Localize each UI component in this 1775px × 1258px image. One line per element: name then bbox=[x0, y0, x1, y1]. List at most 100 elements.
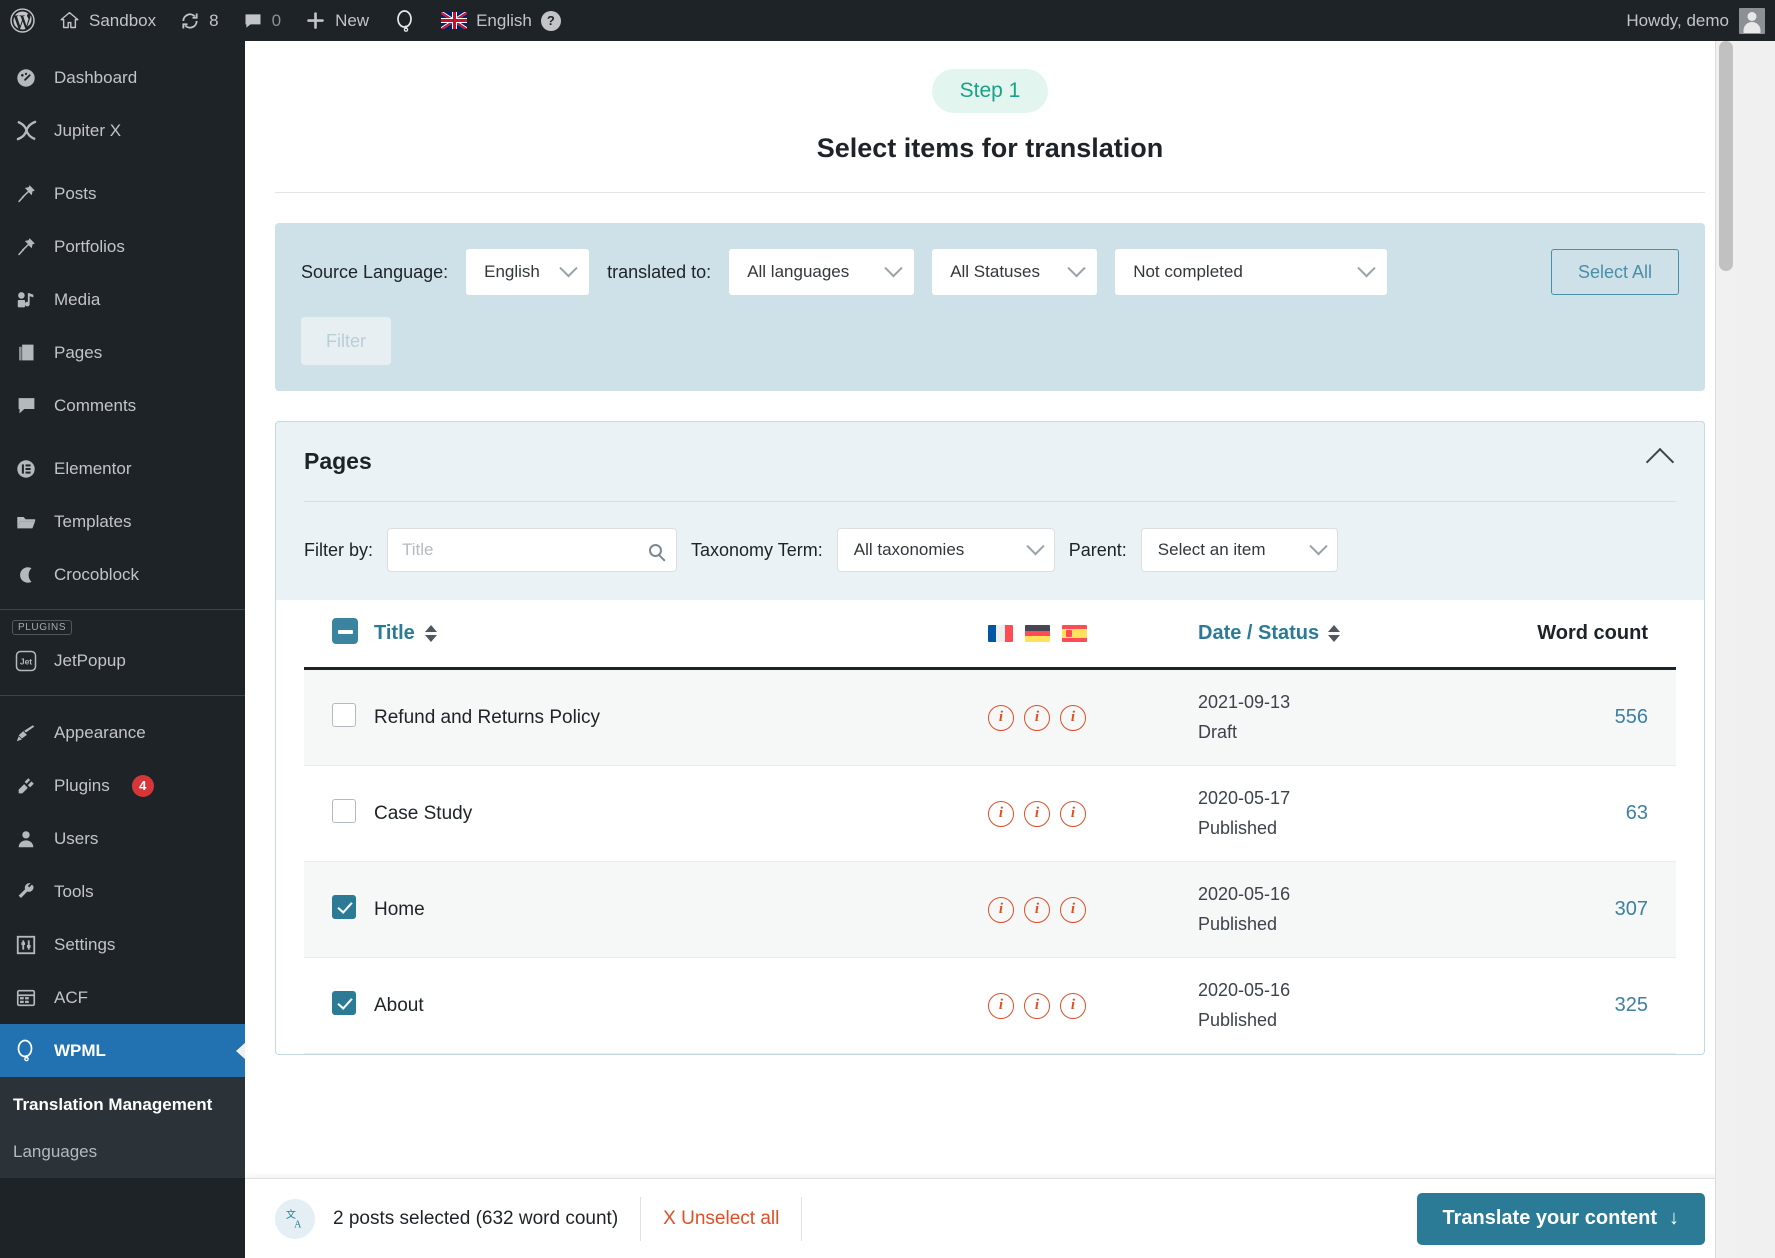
wpml-adminbar-button[interactable] bbox=[381, 0, 429, 41]
title-column-header[interactable]: Title bbox=[374, 622, 988, 645]
row-checkbox[interactable] bbox=[332, 895, 356, 919]
sidebar-item-tools[interactable]: Tools bbox=[0, 865, 245, 918]
sidebar-item-media[interactable]: Media bbox=[0, 273, 245, 326]
row-checkbox[interactable] bbox=[332, 991, 356, 1015]
pages-card-header[interactable]: Pages bbox=[276, 422, 1704, 501]
new-content-button[interactable]: New bbox=[293, 0, 381, 41]
row-translation-status-cell: i i i bbox=[988, 705, 1198, 731]
sidebar-item-label: Jupiter X bbox=[54, 121, 121, 141]
sidebar-item-label: Comments bbox=[54, 396, 136, 416]
filter-button[interactable]: Filter bbox=[301, 317, 391, 365]
translation-status-info-icon[interactable]: i bbox=[1060, 897, 1086, 923]
sidebar-item-comments[interactable]: Comments bbox=[0, 379, 245, 432]
title-column-label: Title bbox=[374, 622, 415, 645]
submenu-item-languages[interactable]: Languages bbox=[0, 1136, 245, 1169]
sidebar-item-posts[interactable]: Posts bbox=[0, 167, 245, 220]
page-scrollbar[interactable] bbox=[1715, 41, 1735, 1258]
account-area[interactable]: Howdy, demo bbox=[1626, 8, 1775, 34]
pages-icon bbox=[12, 340, 40, 366]
german-flag-icon bbox=[1025, 625, 1050, 642]
translation-status-info-icon[interactable]: i bbox=[988, 897, 1014, 923]
title-search-box[interactable] bbox=[387, 528, 677, 572]
pages-heading: Pages bbox=[304, 448, 372, 475]
date-status-column-header[interactable]: Date / Status bbox=[1198, 622, 1468, 645]
row-checkbox[interactable] bbox=[332, 703, 356, 727]
row-word-count: 63 bbox=[1626, 802, 1648, 824]
sidebar-item-crocoblock[interactable]: Crocoblock bbox=[0, 548, 245, 601]
row-checkbox[interactable] bbox=[332, 799, 356, 823]
status-select[interactable]: All Statuses bbox=[932, 249, 1097, 295]
table-row[interactable]: Case Study i i i 2020-05-17 Published 63 bbox=[304, 766, 1676, 862]
sidebar-item-jupiter-x[interactable]: Jupiter X bbox=[0, 104, 245, 157]
translation-status-info-icon[interactable]: i bbox=[1024, 705, 1050, 731]
translation-status-info-icon[interactable]: i bbox=[988, 993, 1014, 1019]
step-header: Step 1 Select items for translation bbox=[245, 41, 1735, 164]
sidebar-item-acf[interactable]: ACF bbox=[0, 971, 245, 1024]
scrollbar-thumb[interactable] bbox=[1719, 41, 1733, 271]
table-row[interactable]: Home i i i 2020-05-16 Published 307 bbox=[304, 862, 1676, 958]
unselect-all-button[interactable]: X Unselect all bbox=[663, 1208, 779, 1230]
site-name-button[interactable]: Sandbox bbox=[47, 0, 168, 41]
translation-status-info-icon[interactable]: i bbox=[1060, 705, 1086, 731]
sidebar-item-portfolios[interactable]: Portfolios bbox=[0, 220, 245, 273]
row-status: Published bbox=[1198, 814, 1468, 844]
source-language-label: Source Language: bbox=[301, 262, 448, 283]
submenu-item-translation-management[interactable]: Translation Management bbox=[0, 1089, 245, 1122]
sort-icon[interactable] bbox=[1328, 625, 1340, 642]
select-all-cell bbox=[332, 618, 374, 649]
table-row[interactable]: About i i i 2020-05-16 Published 325 bbox=[304, 958, 1676, 1054]
sidebar-item-pages[interactable]: Pages bbox=[0, 326, 245, 379]
wrench-icon bbox=[12, 879, 40, 905]
sidebar-item-plugins[interactable]: Plugins 4 bbox=[0, 759, 245, 812]
sidebar-item-label: JetPopup bbox=[54, 651, 126, 671]
search-input[interactable] bbox=[402, 540, 649, 560]
row-date: 2021-09-13 bbox=[1198, 688, 1468, 718]
source-language-select[interactable]: English bbox=[466, 249, 589, 295]
sidebar-item-templates[interactable]: Templates bbox=[0, 495, 245, 548]
translation-status-info-icon[interactable]: i bbox=[988, 705, 1014, 731]
sidebar-item-jetpopup[interactable]: Jet JetPopup bbox=[0, 637, 245, 685]
table-row[interactable]: Refund and Returns Policy i i i 2021-09-… bbox=[304, 670, 1676, 766]
row-select-cell bbox=[332, 799, 374, 828]
svg-text:Jet: Jet bbox=[20, 657, 32, 667]
translation-status-info-icon[interactable]: i bbox=[1024, 993, 1050, 1019]
updates-button[interactable]: 8 bbox=[168, 0, 230, 41]
plugins-heading: PLUGINS bbox=[12, 620, 72, 635]
translation-status-info-icon[interactable]: i bbox=[1060, 993, 1086, 1019]
translation-status-info-icon[interactable]: i bbox=[1060, 801, 1086, 827]
sidebar-item-settings[interactable]: Settings bbox=[0, 918, 245, 971]
sidebar-item-appearance[interactable]: Appearance bbox=[0, 706, 245, 759]
target-language-select[interactable]: All languages bbox=[729, 249, 914, 295]
sidebar-item-dashboard[interactable]: Dashboard bbox=[0, 51, 245, 104]
pages-table: Title Date / Status Word count bbox=[276, 600, 1704, 1054]
translation-status-info-icon[interactable]: i bbox=[1024, 801, 1050, 827]
sidebar-item-label: Media bbox=[54, 290, 100, 310]
parent-value: Select an item bbox=[1158, 540, 1266, 560]
sidebar-item-label: ACF bbox=[54, 988, 88, 1008]
search-icon[interactable] bbox=[649, 544, 662, 557]
row-translation-status-cell: i i i bbox=[988, 897, 1198, 923]
sidebar-item-elementor[interactable]: Elementor bbox=[0, 442, 245, 495]
row-title-cell: Refund and Returns Policy bbox=[374, 707, 988, 729]
parent-select[interactable]: Select an item bbox=[1141, 528, 1338, 572]
taxonomy-select[interactable]: All taxonomies bbox=[837, 528, 1055, 572]
chevron-up-icon[interactable] bbox=[1646, 447, 1674, 475]
row-date: 2020-05-17 bbox=[1198, 784, 1468, 814]
sidebar-item-label: Pages bbox=[54, 343, 102, 363]
help-icon[interactable]: ? bbox=[541, 11, 561, 31]
completion-select[interactable]: Not completed bbox=[1115, 249, 1387, 295]
arrow-down-icon: ↓ bbox=[1669, 1207, 1679, 1230]
sidebar-item-wpml[interactable]: WPML bbox=[0, 1024, 245, 1077]
translate-your-content-button[interactable]: Translate your content ↓ bbox=[1417, 1193, 1706, 1245]
translate-button-label: Translate your content bbox=[1443, 1207, 1658, 1230]
select-all-button[interactable]: Select All bbox=[1551, 249, 1679, 295]
language-switcher-button[interactable]: English ? bbox=[429, 0, 573, 41]
translation-status-info-icon[interactable]: i bbox=[988, 801, 1014, 827]
translation-status-info-icon[interactable]: i bbox=[1024, 897, 1050, 923]
comments-button[interactable]: 0 bbox=[231, 0, 293, 41]
wordpress-logo-button[interactable] bbox=[0, 0, 47, 41]
sidebar-item-users[interactable]: Users bbox=[0, 812, 245, 865]
sort-icon[interactable] bbox=[425, 625, 437, 642]
row-title: Case Study bbox=[374, 803, 472, 825]
select-all-checkbox[interactable] bbox=[332, 618, 358, 644]
